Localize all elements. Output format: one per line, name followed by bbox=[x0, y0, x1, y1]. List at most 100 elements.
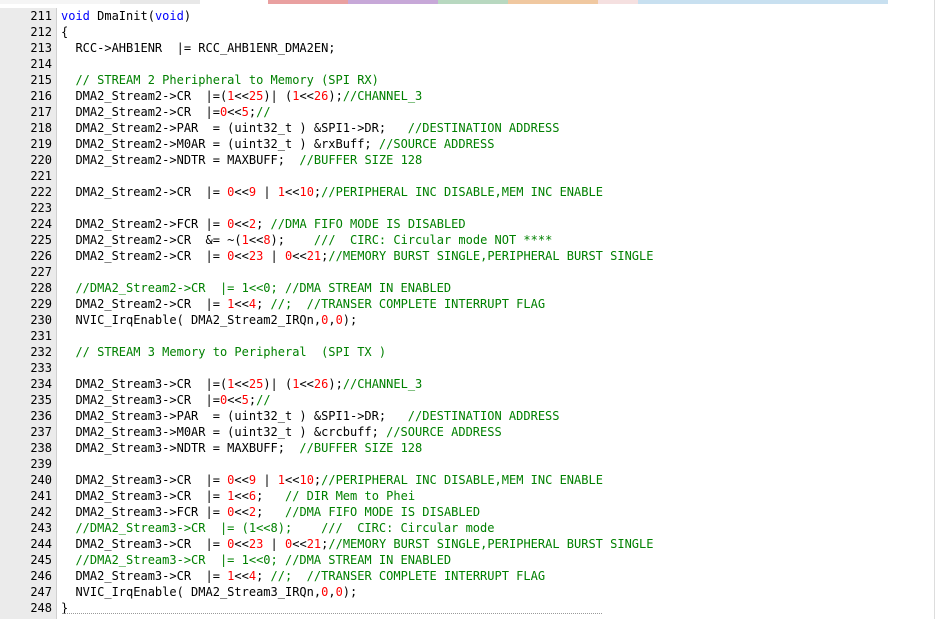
file-tab[interactable] bbox=[438, 0, 508, 4]
code-text: DMA2_Stream3->CR |= 0<<9 | 1<<10;//PERIP… bbox=[61, 472, 602, 488]
code-line[interactable]: 223 bbox=[0, 200, 939, 216]
code-line[interactable]: 216 DMA2_Stream2->CR |=(1<<25)| (1<<26);… bbox=[0, 88, 939, 104]
file-tab[interactable] bbox=[348, 0, 438, 4]
code-line[interactable]: 247 NVIC_IrqEnable( DMA2_Stream3_IRQn, 0,… bbox=[0, 584, 939, 600]
file-tab[interactable] bbox=[598, 0, 638, 4]
code-text: //DMA2_Stream3->CR |= (1<<8); /// CIRC: … bbox=[61, 520, 494, 536]
code-line[interactable]: 236 DMA2_Stream3->PAR = (uint32_t ) &SPI… bbox=[0, 408, 939, 424]
code-token: << bbox=[299, 89, 314, 103]
code-line[interactable]: 225 DMA2_Stream2->CR &= ~(1<<8); /// CIR… bbox=[0, 232, 939, 248]
line-number: 222 bbox=[30, 185, 52, 199]
code-text: DMA2_Stream2->CR |=(1<<25)| (1<<26);//CH… bbox=[61, 88, 422, 104]
code-line[interactable]: 213 RCC->AHB1ENR |= RCC_AHB1ENR_DMA2EN; bbox=[0, 40, 939, 56]
code-line[interactable]: 237 DMA2_Stream3->M0AR = (uint32_t ) &cr… bbox=[0, 424, 939, 440]
code-line[interactable]: 212 { bbox=[0, 24, 939, 40]
code-token: << bbox=[227, 393, 242, 407]
code-line[interactable]: 240 DMA2_Stream3->CR |= 0<<9 | 1<<10;//P… bbox=[0, 472, 939, 488]
code-line[interactable]: 244 DMA2_Stream3->CR |= 0<<23 | 0<<21;//… bbox=[0, 536, 939, 552]
number-token: 10 bbox=[299, 473, 314, 487]
code-text: DMA2_Stream2->CR |= 0<<9 | 1<<10;//PERIP… bbox=[61, 184, 602, 200]
code-line[interactable]: 233 bbox=[0, 360, 939, 376]
file-tab[interactable] bbox=[200, 0, 268, 4]
line-number: 246 bbox=[30, 569, 52, 583]
code-lines[interactable]: 211 void DmaInit(void) 212{213 RCC->AHB1EN… bbox=[0, 8, 939, 616]
code-token: DMA2_Stream2->PAR = (uint32_t ) &SPI1->D… bbox=[61, 121, 408, 135]
line-number: 235 bbox=[30, 393, 52, 407]
code-line[interactable]: 211 void DmaInit(void) bbox=[0, 8, 939, 24]
code-token: DMA2_Stream3->CR |= bbox=[61, 569, 228, 583]
code-token: << bbox=[234, 537, 249, 551]
code-line[interactable]: 224 DMA2_Stream2->FCR |= 0<<2; //DMA FIF… bbox=[0, 216, 939, 232]
code-token: ); bbox=[342, 313, 358, 327]
code-line[interactable]: 239 bbox=[0, 456, 939, 472]
code-line[interactable]: 227 bbox=[0, 264, 939, 280]
file-tab[interactable] bbox=[0, 0, 120, 4]
code-line[interactable]: 241 DMA2_Stream3->CR |= 1<<6; // DIR Mem… bbox=[0, 488, 939, 504]
code-text: // STREAM 3 Memory to Peripheral (SPI TX… bbox=[61, 344, 386, 360]
code-token: ; bbox=[256, 217, 271, 231]
code-text: DMA2_Stream3->NDTR = MAXBUFF; //BUFFER S… bbox=[61, 440, 422, 456]
file-tab[interactable] bbox=[120, 0, 200, 4]
line-number: 241 bbox=[30, 489, 52, 503]
code-token: ; bbox=[256, 569, 271, 583]
keyword-token: void bbox=[61, 9, 90, 23]
number-token: 1 bbox=[277, 473, 286, 487]
number-token: 1 bbox=[277, 185, 286, 199]
code-token: , bbox=[328, 313, 336, 327]
comment-token: //DESTINATION ADDRESS bbox=[407, 409, 560, 423]
comment-token: //CHANNEL_3 bbox=[342, 377, 423, 391]
code-editor[interactable]: 211 void DmaInit(void) 212{213 RCC->AHB1EN… bbox=[0, 8, 939, 619]
code-text: NVIC_IrqEnable( DMA2_Stream2_IRQn,0,0); bbox=[61, 312, 357, 328]
code-line[interactable]: 222 DMA2_Stream2->CR |= 0<<9 | 1<<10;//P… bbox=[0, 184, 939, 200]
code-line[interactable]: 219 DMA2_Stream2->M0AR = (uint32_t ) &rx… bbox=[0, 136, 939, 152]
code-line[interactable]: 242 DMA2_Stream3->FCR |= 0<<2; //DMA FIF… bbox=[0, 504, 939, 520]
code-line[interactable]: 220 DMA2_Stream2->NDTR = MAXBUFF; //BUFF… bbox=[0, 152, 939, 168]
number-token: 5 bbox=[241, 105, 249, 119]
line-number: 230 bbox=[30, 313, 52, 327]
code-token: DMA2_Stream2->M0AR = (uint32_t ) &rxBuff… bbox=[61, 137, 379, 151]
code-line[interactable]: 217 DMA2_Stream2->CR |=0<<5;// bbox=[0, 104, 939, 120]
number-token: 25 bbox=[248, 377, 264, 391]
code-line[interactable]: 230 NVIC_IrqEnable( DMA2_Stream2_IRQn, 0,… bbox=[0, 312, 939, 328]
code-token: ; bbox=[256, 505, 285, 519]
code-line[interactable]: 229 DMA2_Stream2->CR |= 1<<4; //; //TRAN… bbox=[0, 296, 939, 312]
tab-bar[interactable] bbox=[0, 0, 939, 4]
file-tab[interactable] bbox=[638, 0, 888, 4]
code-token: << bbox=[285, 185, 300, 199]
file-tab[interactable] bbox=[268, 0, 348, 4]
code-line[interactable]: 238 DMA2_Stream3->NDTR = MAXBUFF; //BUFF… bbox=[0, 440, 939, 456]
line-number: 211 bbox=[30, 9, 52, 23]
code-token: << bbox=[234, 377, 249, 391]
code-line[interactable]: 231 bbox=[0, 328, 939, 344]
code-line[interactable]: 221 bbox=[0, 168, 939, 184]
code-token: DMA2_Stream2->CR |= bbox=[61, 105, 220, 119]
comment-token: //SOURCE ADDRESS bbox=[378, 137, 495, 151]
line-number: 229 bbox=[30, 297, 52, 311]
code-text: DMA2_Stream3->CR |=0<<5;// bbox=[61, 392, 270, 408]
code-token: << bbox=[234, 473, 249, 487]
code-line[interactable]: 245 //DMA2_Stream3->CR |= 1<<0; //DMA ST… bbox=[0, 552, 939, 568]
code-text: DMA2_Stream3->FCR |= 0<<2; //DMA FIFO MO… bbox=[61, 504, 480, 520]
code-line[interactable]: 215 // STREAM 2 Pheripheral to Memory (S… bbox=[0, 72, 939, 88]
code-line[interactable]: 232 // STREAM 3 Memory to Peripheral (SP… bbox=[0, 344, 939, 360]
code-line[interactable]: 234 DMA2_Stream3->CR |=(1<<25)| (1<<26);… bbox=[0, 376, 939, 392]
line-number: 247 bbox=[30, 585, 52, 599]
code-token: DmaInit( bbox=[89, 9, 155, 23]
code-line[interactable]: 218 DMA2_Stream2->PAR = (uint32_t ) &SPI… bbox=[0, 120, 939, 136]
code-line[interactable]: 235 DMA2_Stream3->CR |=0<<5;// bbox=[0, 392, 939, 408]
code-line[interactable]: 228 //DMA2_Stream2->CR |= 1<<0; //DMA ST… bbox=[0, 280, 939, 296]
code-line[interactable]: 246 DMA2_Stream3->CR |= 1<<4; //; //TRAN… bbox=[0, 568, 939, 584]
code-line[interactable]: 226 DMA2_Stream2->CR |= 0<<23 | 0<<21;//… bbox=[0, 248, 939, 264]
code-token: << bbox=[234, 297, 249, 311]
code-token: DMA2_Stream2->CR |= bbox=[61, 297, 228, 311]
line-number: 212 bbox=[30, 25, 52, 39]
code-text: DMA2_Stream3->CR |= 1<<4; //; //TRANSER … bbox=[61, 568, 545, 584]
code-line[interactable]: 243 //DMA2_Stream3->CR |= (1<<8); /// CI… bbox=[0, 520, 939, 536]
code-token: DMA2_Stream3->CR |=( bbox=[61, 377, 228, 391]
code-text: DMA2_Stream3->CR |=(1<<25)| (1<<26);//CH… bbox=[61, 376, 422, 392]
code-line[interactable]: 214 bbox=[0, 56, 939, 72]
line-number: 248 bbox=[30, 601, 52, 615]
code-token: RCC->AHB1ENR |= RCC_AHB1ENR_DMA2EN; bbox=[61, 41, 336, 55]
number-token: 6 bbox=[248, 489, 257, 503]
file-tab[interactable] bbox=[508, 0, 598, 4]
